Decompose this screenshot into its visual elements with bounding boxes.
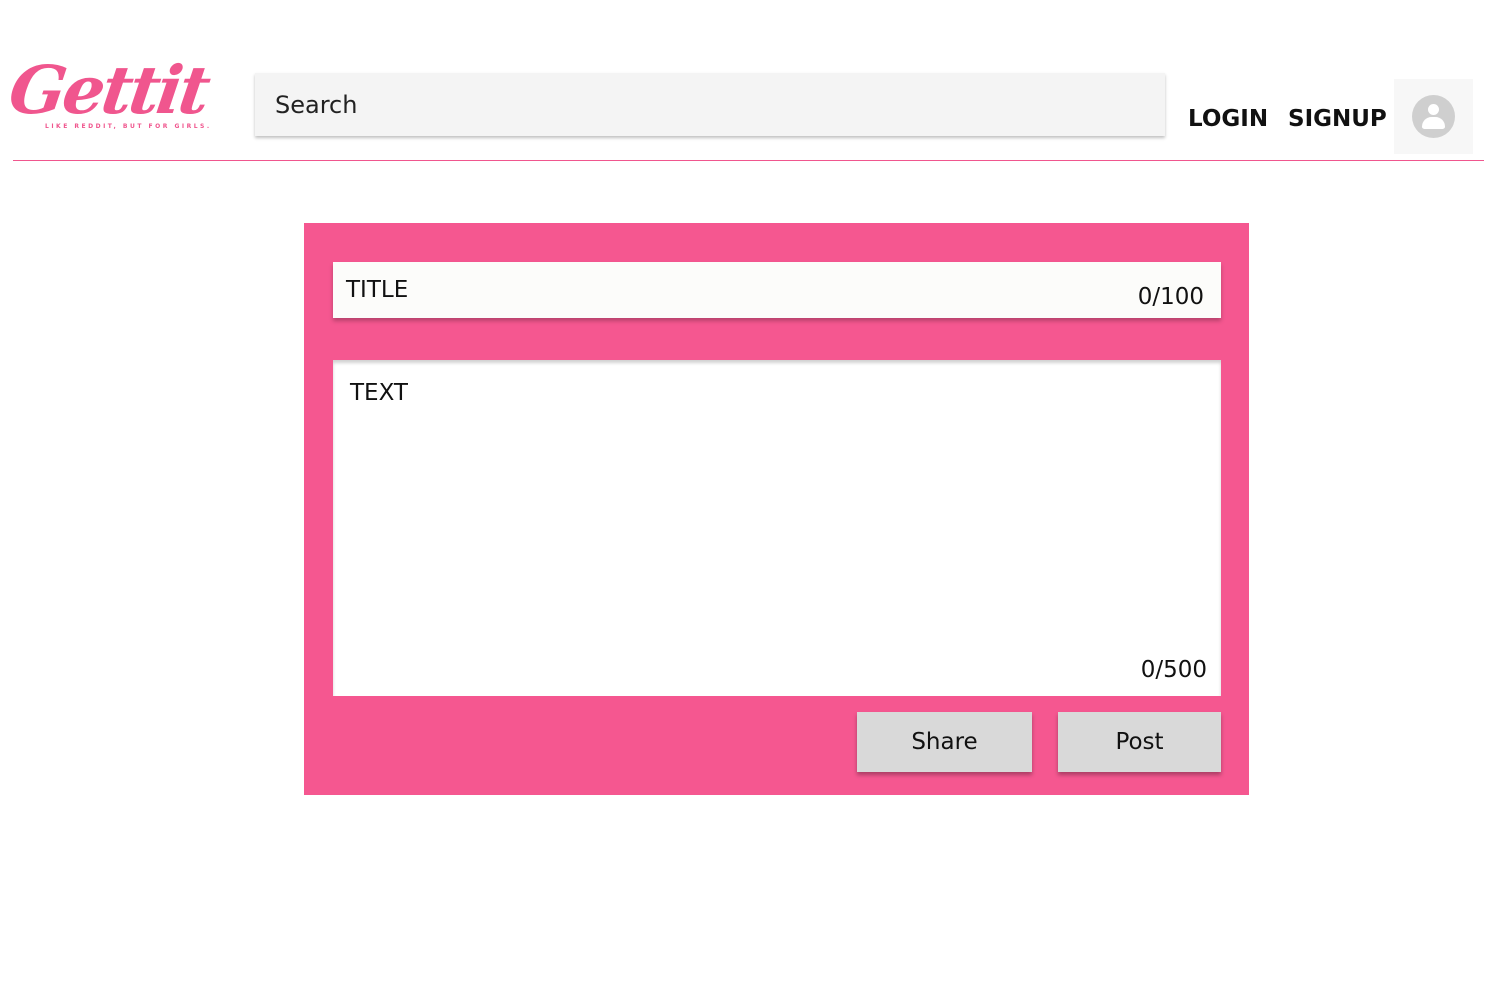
header: Gettit LIKE REDDIT, BUT FOR GIRLS. LOGIN… — [0, 0, 1512, 162]
title-placeholder: TITLE — [346, 277, 409, 303]
signup-link[interactable]: SIGNUP — [1288, 104, 1387, 134]
avatar-button[interactable] — [1394, 79, 1473, 154]
text-placeholder: TEXT — [350, 380, 408, 406]
text-char-counter: 0/500 — [1140, 657, 1207, 683]
title-char-counter: 0/100 — [1137, 284, 1204, 310]
logo-tagline: LIKE REDDIT, BUT FOR GIRLS. — [45, 123, 212, 130]
title-input[interactable]: TITLE 0/100 — [333, 262, 1221, 318]
share-button[interactable]: Share — [857, 712, 1032, 772]
post-composer: TITLE 0/100 TEXT 0/500 Share Post — [304, 223, 1249, 795]
post-button[interactable]: Post — [1058, 712, 1221, 772]
user-avatar-icon — [1412, 95, 1455, 138]
gettit-logo[interactable]: Gettit LIKE REDDIT, BUT FOR GIRLS. — [5, 51, 220, 142]
logo-wordmark: Gettit — [4, 51, 213, 129]
text-input[interactable]: TEXT 0/500 — [333, 360, 1221, 696]
header-divider — [13, 160, 1484, 161]
login-link[interactable]: LOGIN — [1188, 104, 1268, 134]
search-input[interactable] — [255, 73, 1165, 136]
